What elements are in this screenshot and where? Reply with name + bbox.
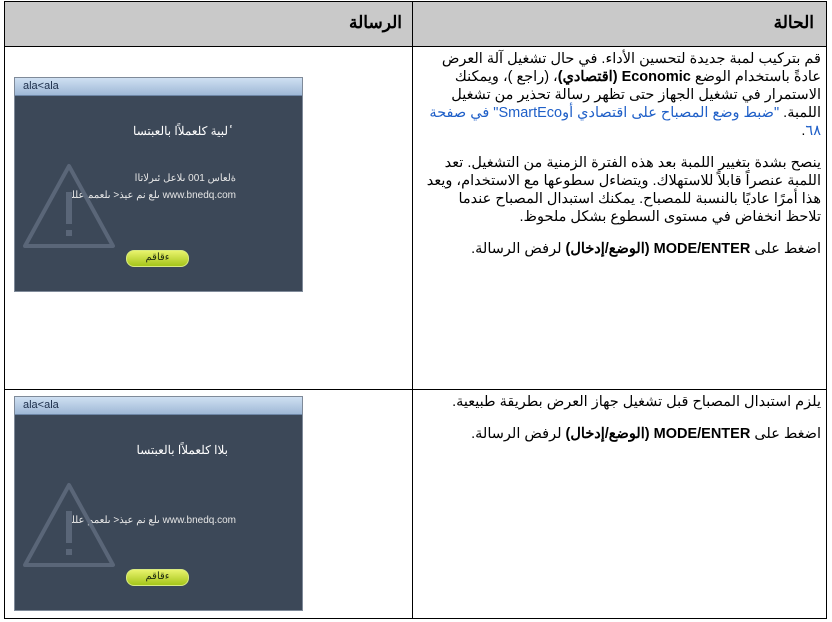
osd-heading: بلاا كلعملاًا بالعبتسا	[136, 443, 228, 457]
osd-line: ةلعاس 001 ىلاعل ئىرلاتاا	[134, 173, 236, 184]
osd-lamp-replace-warning: ala<ala بلاا كلعملاًا بالعبتسا www.bnedq…	[14, 396, 303, 611]
header-status: الحالة	[773, 13, 814, 32]
header-message: الرسالة	[348, 13, 402, 32]
osd-lamp-hours-warning: ala<ala ٔلبية كلعملاًا بالعبتسا ةلعاس 00…	[14, 77, 303, 292]
osd-ok-button[interactable]: ءقاقم	[126, 569, 189, 586]
page-link[interactable]: "ضبط وضع المصباح على اقتصادي أوSmartEco"…	[429, 105, 821, 139]
warning-triangle-icon	[23, 164, 115, 248]
osd-title-bar: ala<ala	[15, 78, 302, 96]
table-header	[5, 2, 826, 46]
message-table: الحالة الرسالة ala<ala ٔلبية كلعملاًا با…	[4, 1, 827, 619]
row2-status-text: يلزم استبدال المصباح قبل تشغيل جهاز العر…	[452, 394, 821, 442]
osd-ok-button[interactable]: ءقاقم	[126, 250, 189, 267]
row1-status-text: قم بتركيب لمبة جديدة لتحسين الأداء. في ح…	[426, 51, 821, 257]
warning-triangle-icon	[23, 483, 115, 567]
osd-heading: ٔلبية كلعملاًا بالعبتسا	[133, 124, 228, 138]
osd-title-bar: ala<ala	[15, 397, 302, 415]
